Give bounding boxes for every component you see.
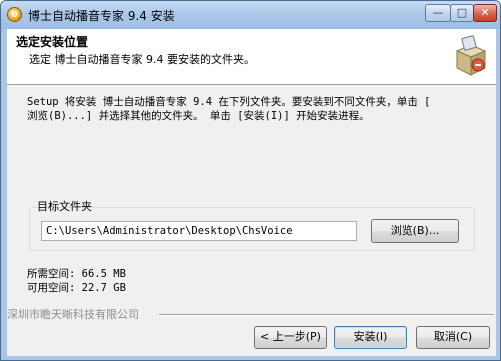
installer-window: ʊ 博士自动播音专家 9.4 安装 — □ ✕ 选定安装位置 选定 博士自动播音…	[0, 0, 501, 361]
instructions-text: Setup 将安装 博士自动播音专家 9.4 在下列文件夹。要安装到不同文件夹，…	[27, 96, 431, 122]
minimize-button[interactable]: —	[425, 4, 451, 22]
maximize-button[interactable]: □	[450, 4, 474, 22]
cancel-button[interactable]: 取消(C)	[416, 326, 490, 349]
brand-text: 深圳市瞻天晰科技有限公司	[7, 308, 139, 321]
destination-path-input[interactable]: C:\Users\Administrator\Desktop\ChsVoice	[41, 221, 357, 241]
window-title: 博士自动播音专家 9.4 安装	[28, 9, 175, 23]
installer-box-icon	[455, 35, 487, 76]
page-title: 选定安装位置	[16, 35, 89, 49]
browse-button[interactable]: 浏览(B)...	[371, 219, 459, 243]
installer-body: 选定安装位置 选定 博士自动播音专家 9.4 要安装的文件夹。 Setup 将安…	[7, 29, 496, 356]
page-subtitle: 选定 博士自动播音专家 9.4 要安装的文件夹。	[29, 53, 255, 66]
close-button[interactable]: ✕	[473, 4, 497, 22]
title-bar[interactable]: ʊ 博士自动播音专家 9.4 安装 — □ ✕	[1, 1, 500, 29]
destination-group-label: 目标文件夹	[37, 200, 92, 213]
install-button[interactable]: 安装(I)	[334, 326, 407, 349]
footer-divider	[159, 314, 494, 316]
app-icon[interactable]: ʊ	[7, 7, 22, 22]
header-panel: 选定安装位置 选定 博士自动播音专家 9.4 要安装的文件夹。	[7, 29, 496, 85]
back-button[interactable]: < 上一步(P)	[254, 326, 327, 349]
header-divider	[7, 86, 496, 87]
space-required-text: 所需空间: 66.5 MB	[27, 268, 126, 280]
space-available-text: 可用空间: 22.7 GB	[27, 282, 126, 294]
